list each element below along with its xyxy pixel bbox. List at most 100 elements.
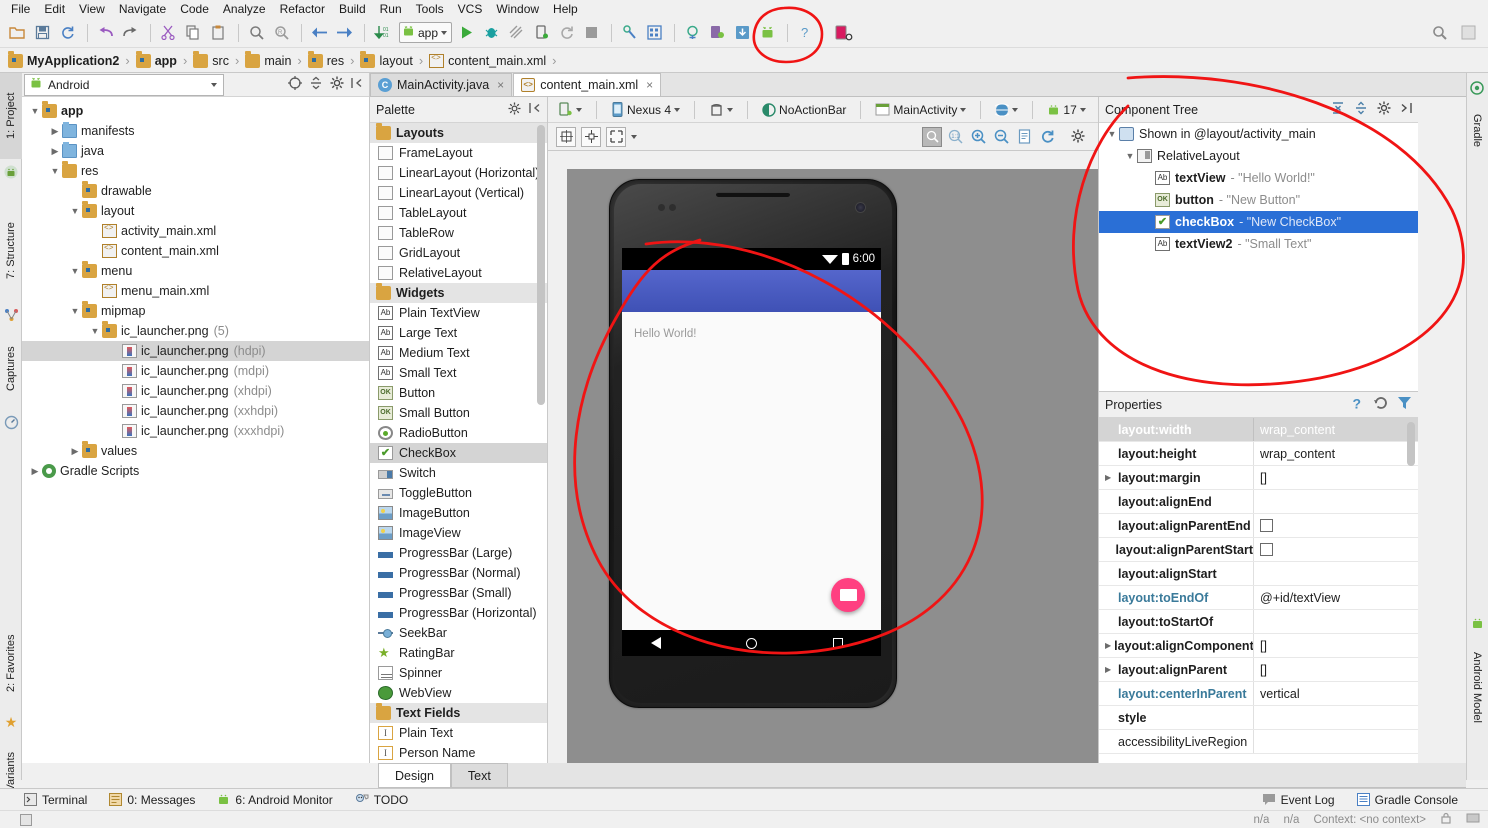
device-screen[interactable]: 6:00 Hello World! [622, 248, 881, 656]
tab-text[interactable]: Text [450, 763, 508, 787]
palette-item[interactable]: FrameLayout [370, 143, 547, 163]
sdk-manager-icon[interactable] [618, 22, 640, 44]
bottom-item-messages[interactable]: 0: Messages [109, 793, 195, 807]
zoom-actual-icon[interactable]: 1:1 [945, 127, 965, 147]
properties-table[interactable]: layout:width wrap_content layout:height wra… [1099, 418, 1418, 754]
menu-item-file[interactable]: File [4, 0, 37, 18]
chevron-down-icon[interactable]: ▼ [68, 266, 82, 276]
project-tree-row[interactable]: ▼ menu [22, 261, 369, 281]
palette-item[interactable]: RelativeLayout [370, 263, 547, 283]
floating-action-button[interactable] [831, 578, 865, 612]
breadcrumb-item-content-main-xml[interactable]: content_main.xml [427, 53, 548, 68]
palette-item[interactable]: GridLayout [370, 243, 547, 263]
breadcrumb-item-myapplication2[interactable]: MyApplication2 [6, 50, 121, 68]
palette-list[interactable]: Layouts FrameLayout LinearLayout (Horizont… [370, 123, 547, 763]
sidebar-item-android-model[interactable]: Android Model [1466, 635, 1488, 739]
bottom-item-event-log[interactable]: Event Log [1262, 793, 1335, 807]
copy-icon[interactable] [182, 22, 204, 44]
chevron-down-icon[interactable]: ▼ [48, 166, 62, 176]
component-tree-row[interactable]: Ab textView2 - "Small Text" [1099, 233, 1418, 255]
chevron-down-icon[interactable]: ▼ [88, 326, 102, 336]
property-row[interactable]: layout:height wrap_content [1099, 442, 1418, 466]
chevron-down-icon[interactable] [674, 107, 681, 112]
palette-item[interactable]: TableRow [370, 223, 547, 243]
project-tree-row[interactable]: ▼ app [22, 101, 369, 121]
cut-icon[interactable] [157, 22, 179, 44]
project-tree-row[interactable]: ic_launcher.png (hdpi) [22, 341, 369, 361]
palette-item[interactable]: RadioButton [370, 423, 547, 443]
project-tree[interactable]: ▼ app ▶ manifests ▶ java ▼ resdrawable ▼ layout ac… [22, 97, 369, 485]
property-row[interactable]: accessibilityLiveRegion [1099, 730, 1418, 754]
property-value-cell[interactable]: [] [1253, 634, 1418, 657]
hide-icon[interactable] [529, 102, 541, 118]
lock-icon[interactable] [1440, 812, 1452, 827]
sidebar-item-structure[interactable]: 7: Structure [0, 201, 22, 301]
property-row[interactable]: style [1099, 706, 1418, 730]
blueprint-toggle-icon[interactable] [556, 126, 576, 147]
property-value-cell[interactable] [1253, 730, 1418, 753]
property-row[interactable]: ▶ layout:alignParent [] [1099, 658, 1418, 682]
palette-item[interactable]: Spinner [370, 663, 547, 683]
coverage-icon[interactable] [505, 22, 527, 44]
theme-menu[interactable]: NoActionBar [758, 102, 850, 118]
properties-scrollbar[interactable] [1407, 422, 1415, 466]
stop-icon[interactable] [580, 22, 602, 44]
property-value-cell[interactable]: vertical [1253, 682, 1418, 705]
sidebar-item-gradle[interactable]: Gradle [1466, 101, 1488, 161]
find-icon[interactable] [245, 22, 267, 44]
project-tree-row[interactable]: ic_launcher.png (mdpi) [22, 361, 369, 381]
gear-icon[interactable] [1068, 127, 1088, 147]
property-row[interactable]: layout:width wrap_content [1099, 418, 1418, 442]
chevron-right-icon[interactable]: ▶ [68, 446, 82, 457]
constraints-icon[interactable] [581, 126, 601, 147]
restore-icon[interactable] [1373, 396, 1388, 413]
property-value-cell[interactable] [1253, 538, 1418, 561]
component-tree-row[interactable]: Ab textView - "Hello World!" [1099, 167, 1418, 189]
expand-all-icon[interactable] [1331, 101, 1345, 118]
run-icon[interactable] [455, 22, 477, 44]
menu-item-view[interactable]: View [72, 0, 112, 18]
menu-item-code[interactable]: Code [173, 0, 216, 18]
redo-icon[interactable] [119, 22, 141, 44]
save-all-icon[interactable] [31, 22, 53, 44]
property-row[interactable]: layout:toStartOf [1099, 610, 1418, 634]
menu-item-run[interactable]: Run [373, 0, 409, 18]
circle-home-icon[interactable] [746, 637, 757, 649]
property-value-cell[interactable]: [] [1253, 658, 1418, 681]
editor-tab-content-main-xml[interactable]: <> content_main.xml × [513, 73, 662, 96]
property-row[interactable]: layout:alignEnd [1099, 490, 1418, 514]
property-row[interactable]: layout:alignStart [1099, 562, 1418, 586]
collapse-all-icon[interactable] [1354, 101, 1368, 118]
project-tree-row[interactable]: activity_main.xml [22, 221, 369, 241]
project-tree-row[interactable]: menu_main.xml [22, 281, 369, 301]
project-tree-row[interactable]: ▼ layout [22, 201, 369, 221]
orientation-menu[interactable] [705, 101, 737, 118]
chevron-down-icon[interactable] [727, 107, 734, 112]
bottom-item-gradle-console[interactable]: Gradle Console [1356, 793, 1458, 807]
breadcrumb-item-layout[interactable]: layout [358, 50, 414, 68]
palette-group-header[interactable]: Text Fields [370, 703, 547, 723]
palette-item[interactable]: I Person Name [370, 743, 547, 763]
chevron-down-icon[interactable] [441, 30, 448, 35]
project-tree-row[interactable]: ▶ java [22, 141, 369, 161]
property-value-cell[interactable]: [] [1253, 466, 1418, 489]
project-structure-toolbar-icon[interactable] [1457, 22, 1479, 44]
gear-icon[interactable] [1377, 101, 1391, 118]
memory-icon[interactable] [1466, 812, 1480, 827]
activity-menu[interactable]: MainActivity [871, 102, 970, 118]
back-icon[interactable] [308, 22, 330, 44]
help-icon[interactable]: ? [794, 22, 816, 44]
project-tree-row[interactable]: ▼ res [22, 161, 369, 181]
design-canvas[interactable]: 6:00 Hello World! [548, 151, 1098, 763]
palette-item[interactable]: LinearLayout (Vertical) [370, 183, 547, 203]
search-icon[interactable] [1428, 22, 1450, 44]
close-icon[interactable]: × [497, 78, 504, 92]
palette-item[interactable]: ProgressBar (Horizontal) [370, 603, 547, 623]
menu-item-help[interactable]: Help [546, 0, 585, 18]
chevron-right-icon[interactable]: ▶ [1105, 665, 1115, 674]
palette-item[interactable]: Ab Large Text [370, 323, 547, 343]
avd-manager-icon[interactable] [681, 22, 703, 44]
property-row[interactable]: layout:toEndOf @+id/textView [1099, 586, 1418, 610]
tab-design[interactable]: Design [378, 763, 451, 787]
project-tree-row[interactable]: ic_launcher.png (xxhdpi) [22, 401, 369, 421]
